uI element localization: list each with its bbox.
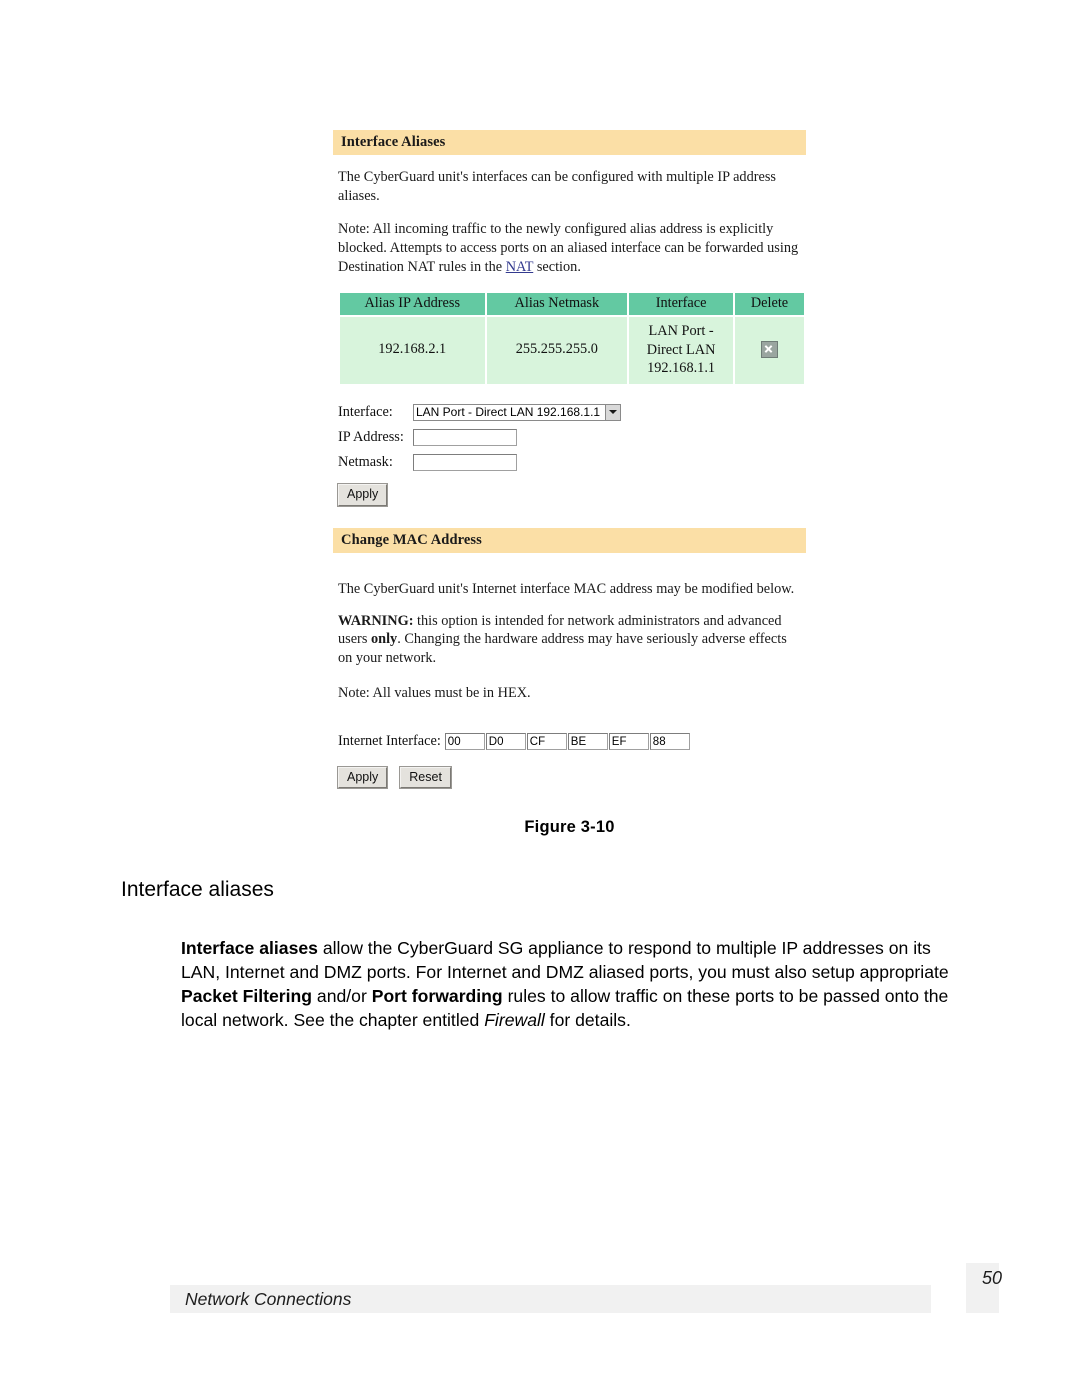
- body-segment-4: for details.: [544, 1009, 631, 1030]
- page-title: Interface aliases: [121, 878, 274, 901]
- interface-select-value: LAN Port - Direct LAN 192.168.1.1: [416, 405, 601, 420]
- cell-interface-line1: LAN Port -: [648, 323, 714, 340]
- alias-apply-button[interactable]: Apply: [338, 484, 388, 506]
- mac-warning-part2: . Changing the hardware address may have…: [338, 631, 787, 667]
- mac-octet-input-6[interactable]: 88: [649, 732, 690, 750]
- body-lead-bold: Interface aliases: [181, 938, 318, 958]
- body-bold-port-forwarding: Port forwarding: [371, 985, 503, 1006]
- mac-octet-input-2[interactable]: D0: [485, 732, 526, 750]
- mac-octets-row: Internet Interface: 00 D0 CF BE EF 88: [338, 732, 806, 750]
- body-segment-2: and/or: [312, 985, 372, 1006]
- note-text-tail: section.: [533, 258, 581, 275]
- netmask-label: Netmask:: [338, 453, 393, 470]
- chevron-down-icon: [605, 404, 621, 420]
- mac-octet-input-3[interactable]: CF: [526, 732, 567, 750]
- netmask-row: Netmask:: [338, 452, 806, 472]
- change-mac-panel-title: Change MAC Address: [333, 527, 806, 553]
- column-header-interface: Interface: [629, 293, 734, 316]
- cell-delete: [735, 317, 804, 385]
- interface-aliases-note-text: Note: All incoming traffic to the newly …: [338, 220, 804, 277]
- mac-warning-label: WARNING:: [338, 612, 414, 629]
- figure-caption: Figure 3-10: [524, 818, 615, 836]
- cell-interface-line2: Direct LAN: [646, 341, 716, 358]
- alias-table: Alias IP Address Alias Netmask Interface…: [338, 291, 806, 386]
- ip-address-label: IP Address:: [338, 428, 404, 445]
- ip-address-input[interactable]: [413, 428, 517, 446]
- table-row: 192.168.2.1 255.255.255.0 LAN Port - Dir…: [340, 317, 804, 385]
- body-paragraph: Interface aliases allow the CyberGuard S…: [181, 937, 949, 1033]
- column-header-delete: Delete: [735, 293, 804, 316]
- mac-octet-input-4[interactable]: BE: [567, 732, 608, 750]
- mac-buttons-row: Apply Reset: [338, 760, 806, 789]
- mac-warning-emphasis: only: [370, 631, 398, 648]
- nat-link[interactable]: NAT: [506, 259, 534, 275]
- mac-intro-text: The CyberGuard unit's Internet interface…: [338, 580, 795, 597]
- interface-select-row: Interface: LAN Port - Direct LAN 192.168…: [338, 402, 806, 422]
- interface-select-label: Interface:: [338, 403, 393, 420]
- column-header-alias-netmask: Alias Netmask: [486, 293, 628, 316]
- netmask-input[interactable]: [413, 453, 517, 471]
- internet-interface-label: Internet Interface:: [338, 732, 441, 749]
- mac-hex-note: Note: All values must be in HEX.: [338, 685, 531, 702]
- alias-table-header-row: Alias IP Address Alias Netmask Interface…: [340, 293, 804, 316]
- page-number: 50: [982, 1268, 1003, 1288]
- body-bold-packet-filtering: Packet Filtering: [181, 985, 313, 1006]
- mac-apply-button[interactable]: Apply: [338, 766, 388, 789]
- mac-reset-button[interactable]: Reset: [400, 766, 451, 789]
- mac-warning-text: WARNING: this option is intended for net…: [338, 612, 804, 669]
- delete-x-icon[interactable]: [761, 341, 778, 359]
- alias-apply-row: Apply: [338, 477, 806, 506]
- cell-interface: LAN Port - Direct LAN 192.168.1.1: [629, 317, 734, 385]
- mac-octet-input-1[interactable]: 00: [444, 732, 485, 750]
- interface-aliases-panel-title: Interface Aliases: [333, 130, 806, 156]
- interface-aliases-intro-text: The CyberGuard unit's interfaces can be …: [338, 169, 776, 204]
- column-header-alias-ip: Alias IP Address: [340, 293, 485, 316]
- interface-select[interactable]: LAN Port - Direct LAN 192.168.1.1: [413, 403, 622, 421]
- alias-add-form: Interface: LAN Port - Direct LAN 192.168…: [338, 402, 806, 506]
- figure-screenshot: Interface Aliases The CyberGuard unit's …: [333, 130, 806, 789]
- mac-octet-input-5[interactable]: EF: [608, 732, 649, 750]
- body-italic-firewall: Firewall: [484, 1009, 545, 1030]
- cell-alias-ip: 192.168.2.1: [340, 317, 485, 385]
- cell-alias-netmask: 255.255.255.0: [486, 317, 628, 385]
- footer-section-label: Network Connections: [185, 1289, 352, 1309]
- cell-interface-line3: 192.168.1.1: [647, 360, 716, 377]
- ip-address-row: IP Address:: [338, 427, 806, 447]
